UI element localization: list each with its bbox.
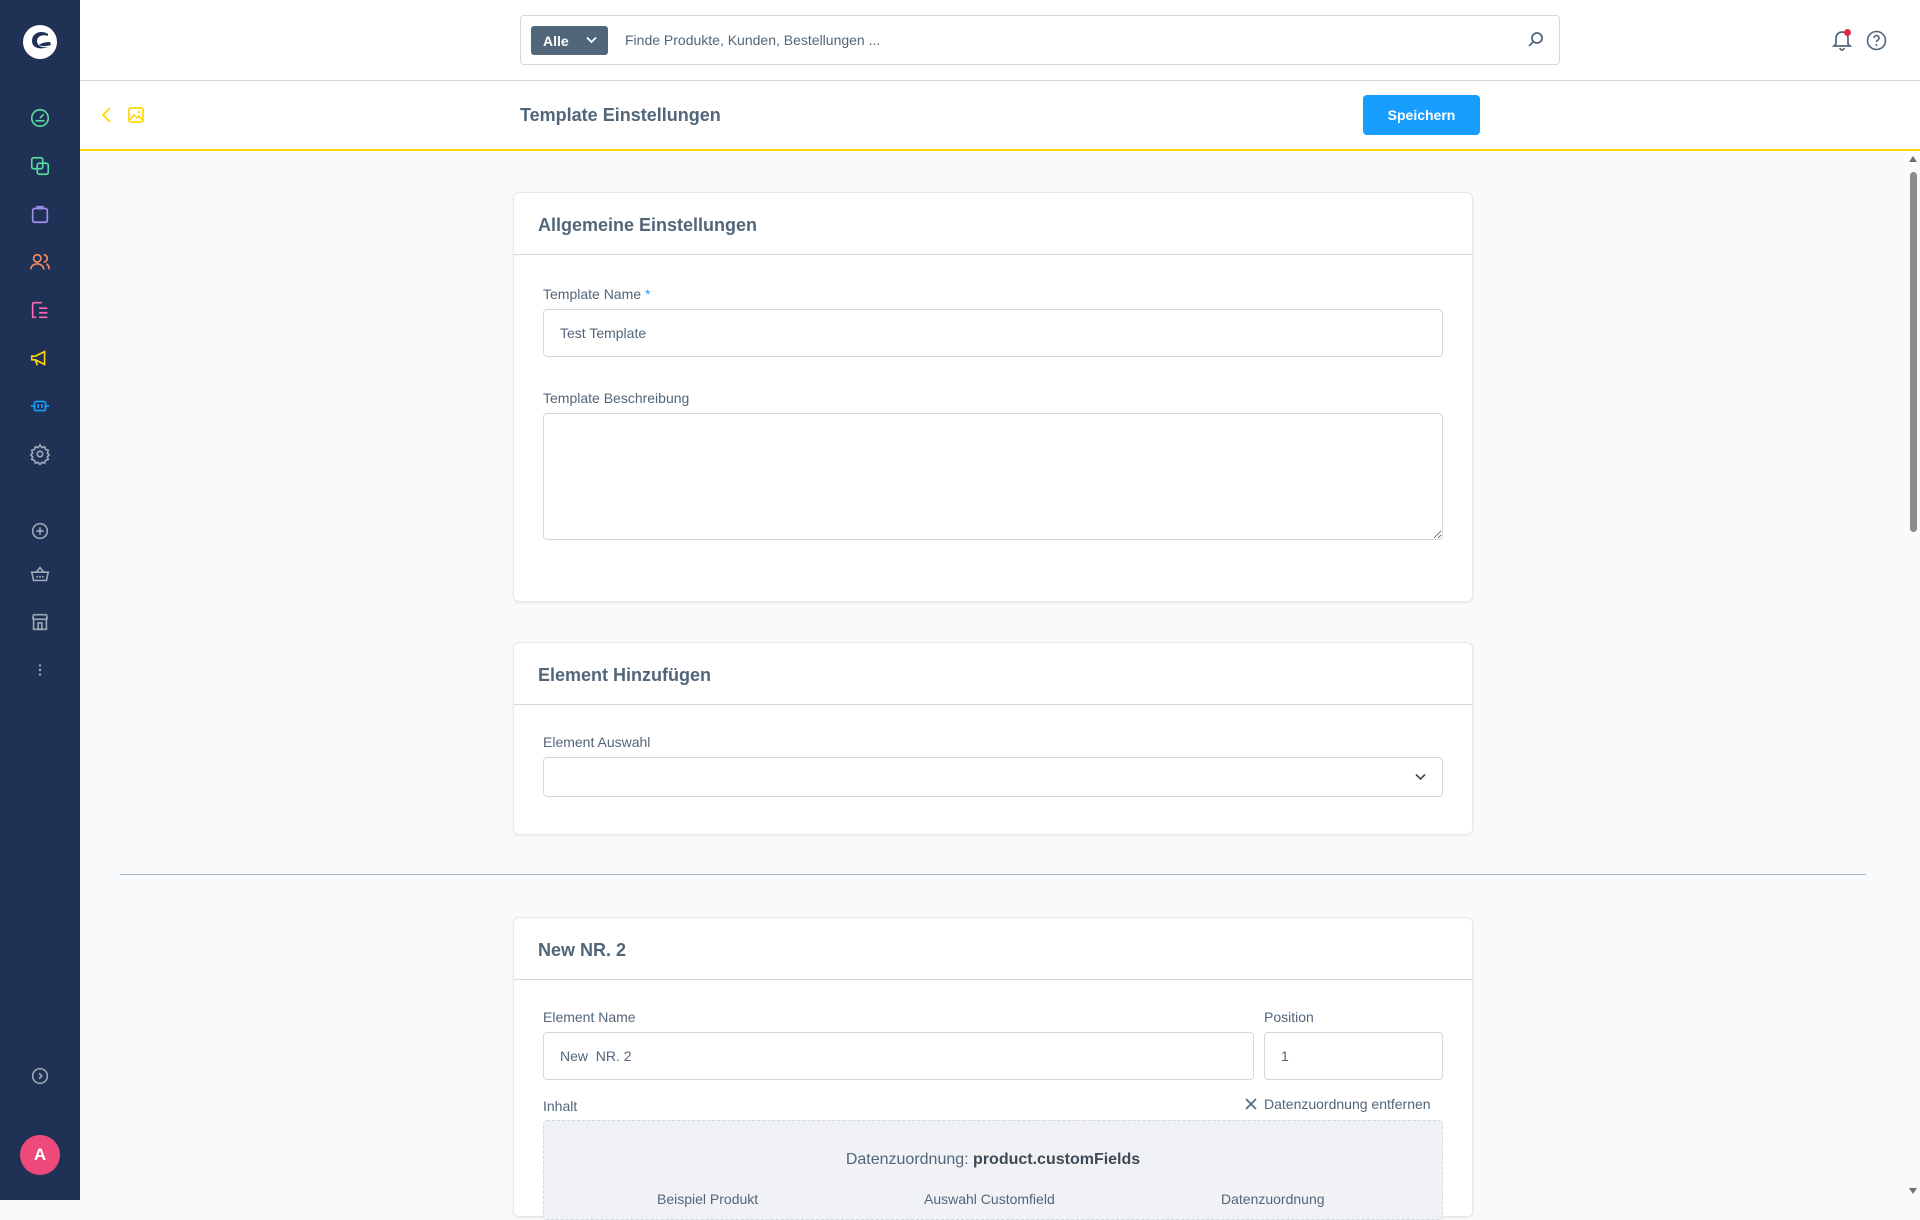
search-type-dropdown[interactable]: Alle (531, 26, 608, 55)
mapping-value: product.customFields (973, 1151, 1141, 1168)
basket-icon[interactable] (26, 560, 54, 588)
notification-badge (1844, 29, 1851, 36)
card-title: Allgemeine Einstellungen (514, 193, 1472, 255)
element-card: New NR. 2 Element Name Position Inhalt D… (513, 917, 1473, 1220)
top-header: Alle (80, 0, 1920, 81)
scrollbar-thumb[interactable] (1910, 172, 1917, 532)
avatar[interactable]: A (20, 1135, 60, 1175)
template-name-input[interactable] (543, 309, 1443, 357)
extensions-icon[interactable] (26, 392, 54, 420)
element-name-label: Element Name (543, 1009, 636, 1025)
back-arrow-icon[interactable] (100, 105, 114, 125)
more-icon[interactable] (26, 656, 54, 684)
page-title: Template Einstellungen (520, 105, 721, 125)
content-label: Inhalt (543, 1098, 578, 1114)
scroll-down-arrow-icon[interactable] (1909, 1188, 1917, 1194)
position-label: Position (1264, 1009, 1314, 1025)
sidebar: A (0, 0, 80, 1200)
main-content: Allgemeine Einstellungen Template Name *… (80, 152, 1900, 1220)
search-icon[interactable] (1527, 31, 1545, 49)
section-divider (120, 874, 1866, 875)
position-input[interactable] (1264, 1032, 1443, 1080)
storefront-icon[interactable] (26, 608, 54, 636)
scroll-up-arrow-icon[interactable] (1909, 156, 1917, 162)
content-icon[interactable] (26, 296, 54, 324)
page-scrollbar[interactable] (1906, 152, 1920, 1200)
element-name-input[interactable] (543, 1032, 1254, 1080)
card-title: Element Hinzufügen (514, 643, 1472, 705)
template-description-label: Template Beschreibung (543, 390, 690, 406)
marketing-icon[interactable] (26, 344, 54, 372)
mapping-column-example-product: Beispiel Produkt (657, 1191, 759, 1207)
template-description-textarea[interactable] (543, 413, 1443, 540)
smart-bar: Template Einstellungen Speichern (80, 81, 1920, 151)
shopware-logo-icon[interactable] (20, 22, 60, 62)
required-marker: * (644, 286, 651, 302)
orders-icon[interactable] (26, 200, 54, 228)
element-select[interactable] (543, 757, 1443, 797)
collapse-icon[interactable] (26, 1062, 54, 1090)
save-button[interactable]: Speichern (1363, 95, 1480, 135)
data-mapping-box: Datenzuordnung: product.customFields Bei… (543, 1120, 1443, 1220)
customers-icon[interactable] (26, 248, 54, 276)
settings-icon[interactable] (26, 440, 54, 468)
mapping-title: Datenzuordnung: product.customFields (845, 1151, 1141, 1168)
remove-mapping-button[interactable]: Datenzuordnung entfernen (1244, 1096, 1431, 1112)
element-select-label: Element Auswahl (543, 734, 651, 750)
chevron-down-icon (586, 36, 597, 44)
global-search: Alle (520, 15, 1560, 65)
mapping-column-data-mapping: Datenzuordnung (1221, 1191, 1325, 1207)
catalogue-icon[interactable] (26, 152, 54, 180)
card-title: New NR. 2 (514, 918, 1472, 980)
search-input[interactable] (623, 25, 1483, 55)
help-icon[interactable] (1866, 30, 1887, 51)
remove-mapping-label: Datenzuordnung entfernen (1264, 1096, 1431, 1112)
dashboard-icon[interactable] (26, 104, 54, 132)
template-name-label: Template Name * (543, 286, 651, 302)
media-icon (128, 107, 144, 123)
add-element-card: Element Hinzufügen Element Auswahl (513, 642, 1473, 835)
search-type-label: Alle (543, 32, 569, 49)
chevron-down-icon (1415, 773, 1426, 781)
add-icon[interactable] (26, 517, 54, 545)
close-icon (1245, 1098, 1257, 1110)
mapping-column-customfield: Auswahl Customfield (924, 1191, 1055, 1207)
general-settings-card: Allgemeine Einstellungen Template Name *… (513, 192, 1473, 602)
